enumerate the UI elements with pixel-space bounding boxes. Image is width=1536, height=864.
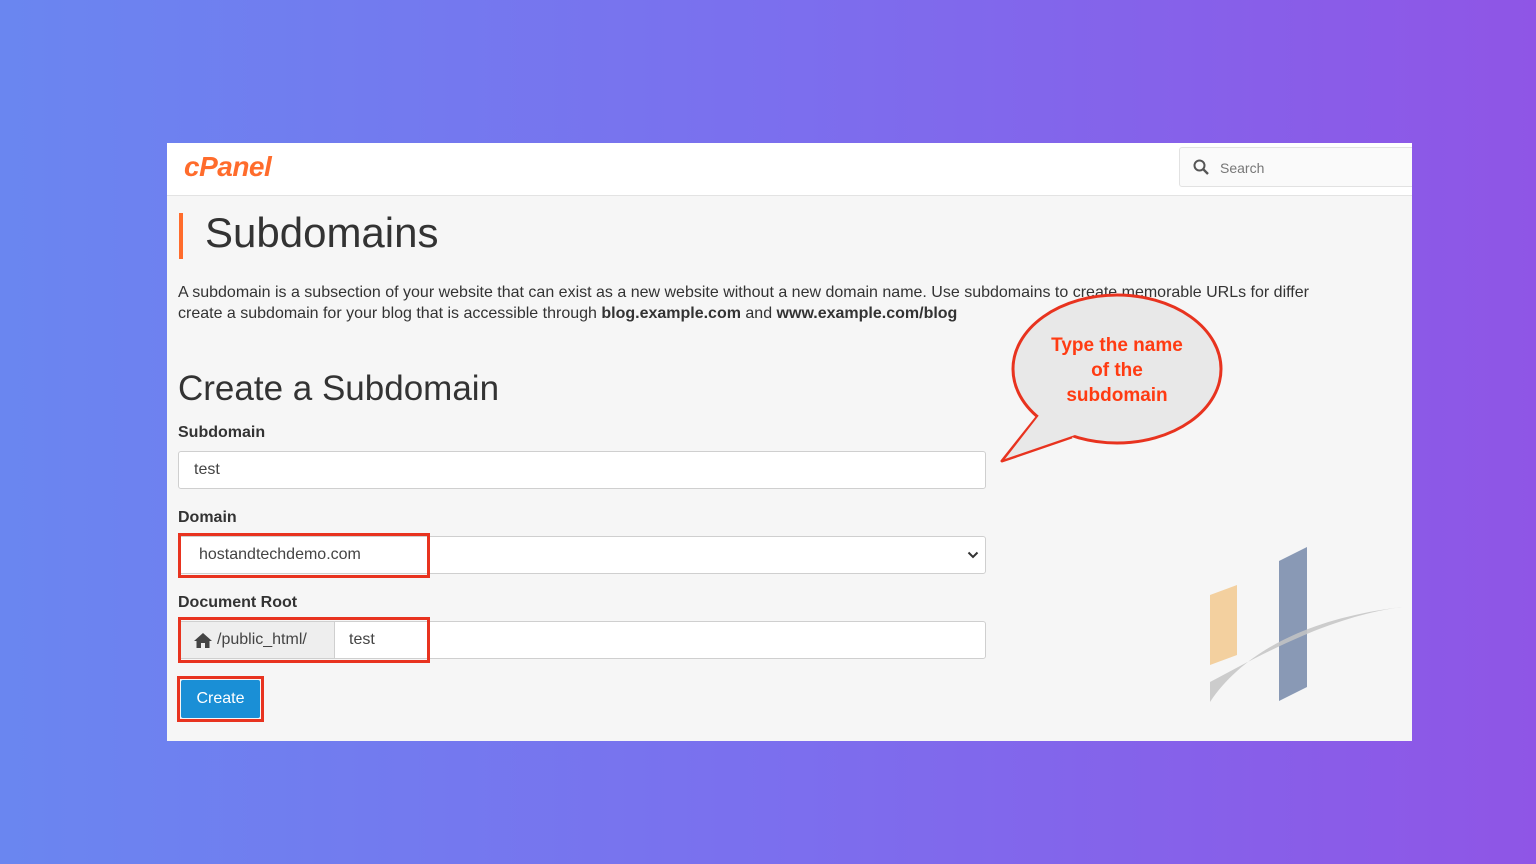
document-root-label: Document Root [178,594,298,611]
description-text-a: create a subdomain for your blog that is… [178,305,602,322]
description-text-c: and [740,305,777,322]
search-box[interactable] [1179,147,1412,187]
description-example-subdomain: blog.example.com [601,305,741,322]
callout-line-2: of the [1091,360,1143,381]
create-button[interactable]: Create [181,680,260,718]
cpanel-logo[interactable]: cPanel [184,151,272,183]
domain-label: Domain [178,509,237,526]
watermark-logo-icon [1210,547,1402,702]
title-accent-bar [179,213,183,259]
document-root-highlight-box [178,617,430,663]
callout-line-1: Type the name [1051,335,1183,356]
chevron-down-icon [967,551,979,559]
top-bar: cPanel [167,143,1412,196]
callout-text: Type the name of the subdomain [1012,333,1222,408]
page-title: Subdomains [205,209,439,256]
search-icon [1193,159,1209,175]
search-input[interactable] [1218,156,1412,180]
screenshot-frame: cPanel Subdomains A subdomain is a subse… [167,143,1412,741]
callout-line-3: subdomain [1066,385,1168,406]
subdomain-label: Subdomain [178,424,266,441]
subdomain-input-value: test [194,461,220,478]
domain-highlight-box [178,533,430,578]
description-example-path: www.example.com/blog [776,305,958,322]
subdomain-input[interactable]: test [178,451,986,489]
form-heading: Create a Subdomain [178,369,500,408]
